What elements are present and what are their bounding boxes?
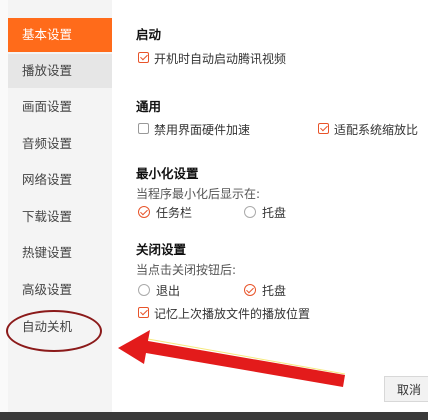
annotation-arrow-icon xyxy=(118,330,346,387)
